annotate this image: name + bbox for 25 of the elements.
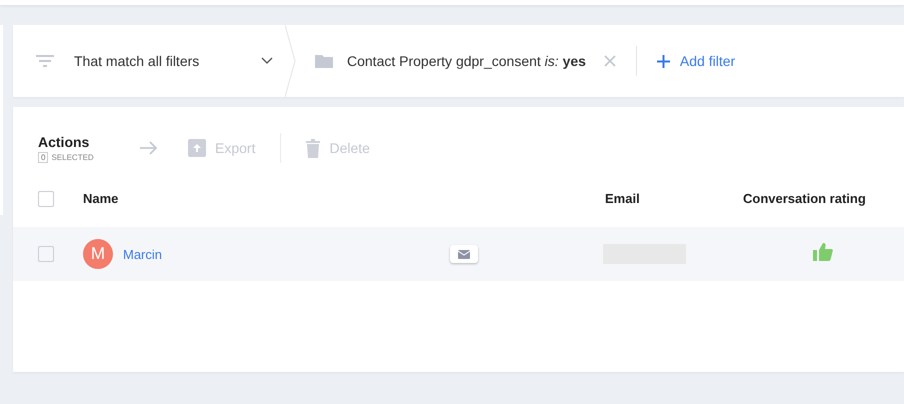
plus-icon — [656, 54, 670, 68]
filter-icon — [36, 55, 54, 67]
arrow-icon[interactable] — [140, 141, 158, 155]
close-icon[interactable] — [604, 55, 616, 67]
select-all-checkbox[interactable] — [38, 191, 54, 207]
match-dropdown[interactable]: That match all filters — [13, 53, 285, 69]
column-header: Name — [83, 191, 118, 206]
avatar: M — [83, 239, 113, 269]
filter-condition: Contact Property gdpr_consent is: yes — [347, 53, 586, 69]
actions-title: Actions — [38, 134, 90, 150]
trash-icon — [306, 138, 320, 158]
email-button[interactable] — [450, 245, 478, 263]
chevron-divider — [285, 25, 297, 97]
envelope-icon — [458, 250, 470, 258]
selected-count: 0 — [38, 152, 48, 162]
selected-label: SELECTED — [51, 152, 94, 162]
chevron-icon — [261, 57, 273, 65]
folder-icon — [315, 54, 333, 68]
column-header: Conversation rating — [743, 191, 866, 206]
contact-name-link[interactable]: Marcin — [123, 246, 162, 262]
archive-icon — [188, 139, 206, 157]
table-row[interactable]: M Marcin — [13, 227, 904, 281]
add-filter-button[interactable]: Add filter — [656, 51, 736, 71]
row-checkbox[interactable] — [38, 246, 54, 262]
column-header: Email — [605, 191, 640, 206]
